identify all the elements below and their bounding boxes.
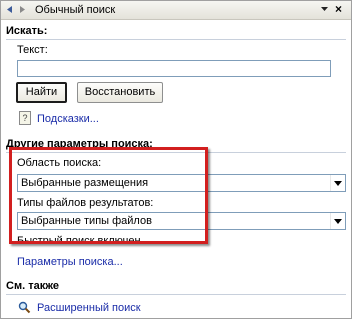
close-icon[interactable]: × <box>335 2 342 17</box>
restore-button[interactable]: Восстановить <box>77 82 163 103</box>
back-arrow-icon[interactable] <box>4 3 15 16</box>
chevron-down-icon[interactable] <box>320 4 329 17</box>
advanced-search-link[interactable]: Расширенный поиск <box>37 302 141 314</box>
see-also-section-header: См. также <box>6 280 59 292</box>
find-button[interactable]: Найти <box>16 82 67 103</box>
result-file-types-dropdown[interactable]: Выбранные типы файлов <box>17 212 346 230</box>
result-file-types-label: Типы файлов результатов: <box>17 197 154 209</box>
help-book-icon[interactable]: ? <box>19 111 31 125</box>
task-pane-title[interactable]: Обычный поиск <box>35 4 115 16</box>
search-text-input[interactable] <box>17 60 331 77</box>
section-divider <box>6 39 346 40</box>
result-file-types-value: Выбранные типы файлов <box>21 215 152 227</box>
section-divider <box>6 152 346 153</box>
task-pane-title-bar: Обычный поиск × <box>1 1 351 20</box>
search-scope-dropdown[interactable]: Выбранные размещения <box>17 174 346 192</box>
other-options-section-header: Другие параметры поиска: <box>6 138 153 150</box>
search-section-header: Искать: <box>6 25 48 37</box>
section-divider <box>6 294 346 295</box>
chevron-down-icon[interactable] <box>330 175 345 191</box>
fast-search-status: Быстрый поиск включен <box>17 235 141 243</box>
text-label: Текст: <box>17 44 48 56</box>
search-scope-label: Область поиска: <box>17 157 102 169</box>
chevron-down-icon[interactable] <box>330 213 345 229</box>
forward-arrow-icon[interactable] <box>17 3 28 16</box>
search-scope-value: Выбранные размещения <box>21 177 149 189</box>
search-options-link[interactable]: Параметры поиска... <box>17 256 123 268</box>
search-task-pane: Обычный поиск × Искать: Текст: Найти Вос… <box>0 0 352 319</box>
tips-link[interactable]: Подсказки... <box>37 113 99 125</box>
search-icon[interactable] <box>18 301 31 317</box>
